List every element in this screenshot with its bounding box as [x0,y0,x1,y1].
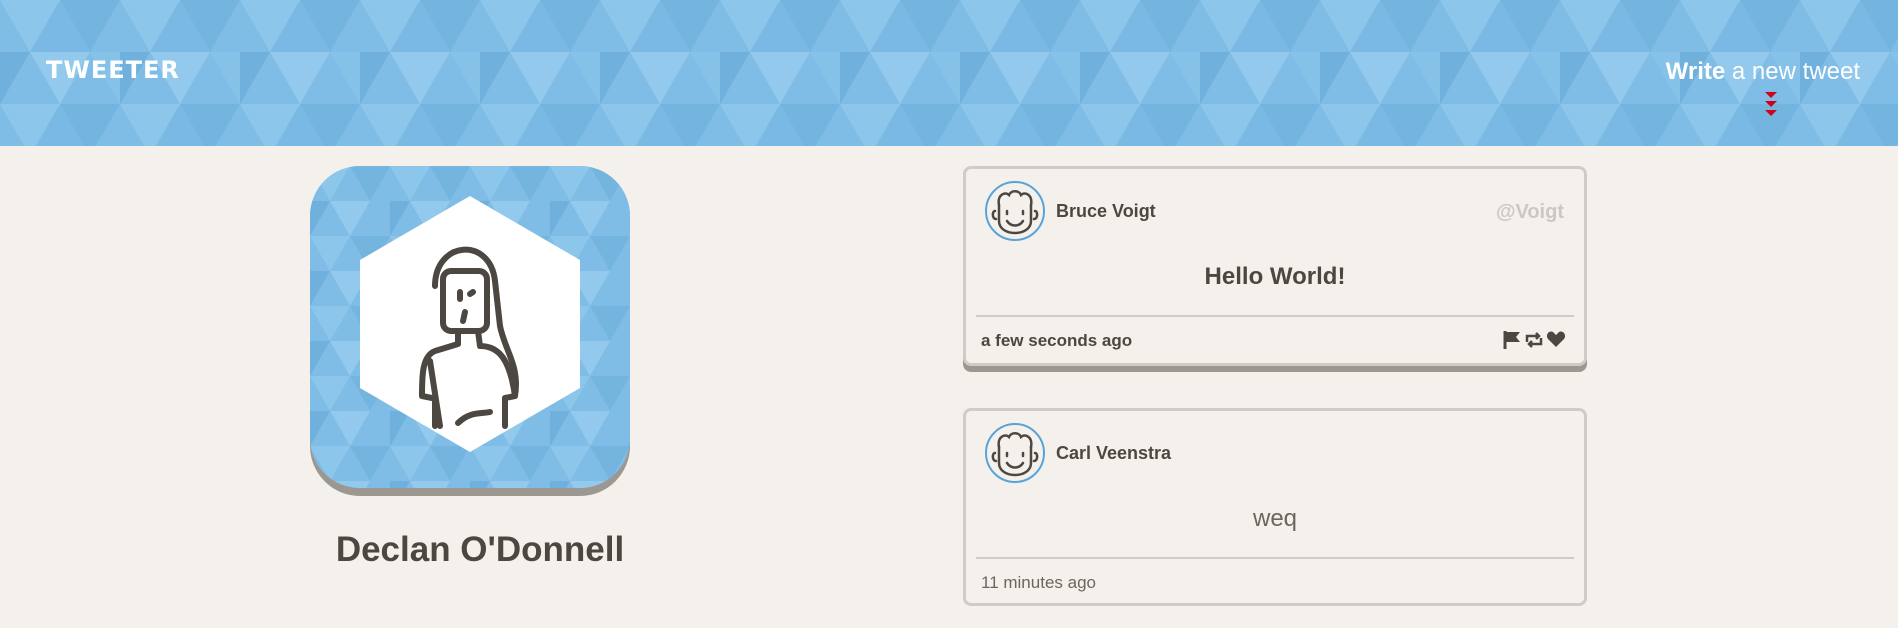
header-pattern [0,0,1898,146]
tweet-card: Bruce Voigt @Voigt Hello World! a few se… [963,166,1587,366]
tweet-handle[interactable]: @Voigt [1496,201,1564,224]
tweet-author[interactable]: Carl Veenstra [1056,443,1171,464]
tweet-timestamp: 11 minutes ago [981,573,1096,592]
tweet-timestamp: a few seconds ago [981,331,1133,350]
write-label-rest: a new tweet [1725,58,1860,85]
tweet-actions [1502,329,1566,351]
heart-icon[interactable] [1546,329,1566,351]
write-label-bold: Write [1665,58,1726,85]
face-avatar-icon [991,432,1039,477]
tweet-content: weq [1252,505,1298,532]
tweet-author[interactable]: Bruce Voigt [1056,201,1156,222]
avatar [985,423,1045,483]
avatar [985,181,1045,241]
tweet-content: Hello World! [1204,263,1346,290]
face-avatar-icon [991,190,1039,235]
header: TWEETER Write a new tweet [0,0,1898,146]
profile-avatar-art [310,166,630,488]
retweet-icon[interactable] [1524,329,1544,351]
divider [976,315,1574,317]
divider [976,557,1574,559]
write-new-tweet-link[interactable]: Write a new tweet [1666,58,1860,86]
tweet-card: Carl Veenstra weq 11 minutes ago [963,408,1587,606]
profile-name: Declan O'Donnell [335,530,625,569]
app-logo[interactable]: TWEETER [46,56,180,84]
flag-icon[interactable] [1502,329,1522,351]
profile-avatar-card [310,166,630,488]
chevron-down-icon[interactable] [1764,92,1778,118]
